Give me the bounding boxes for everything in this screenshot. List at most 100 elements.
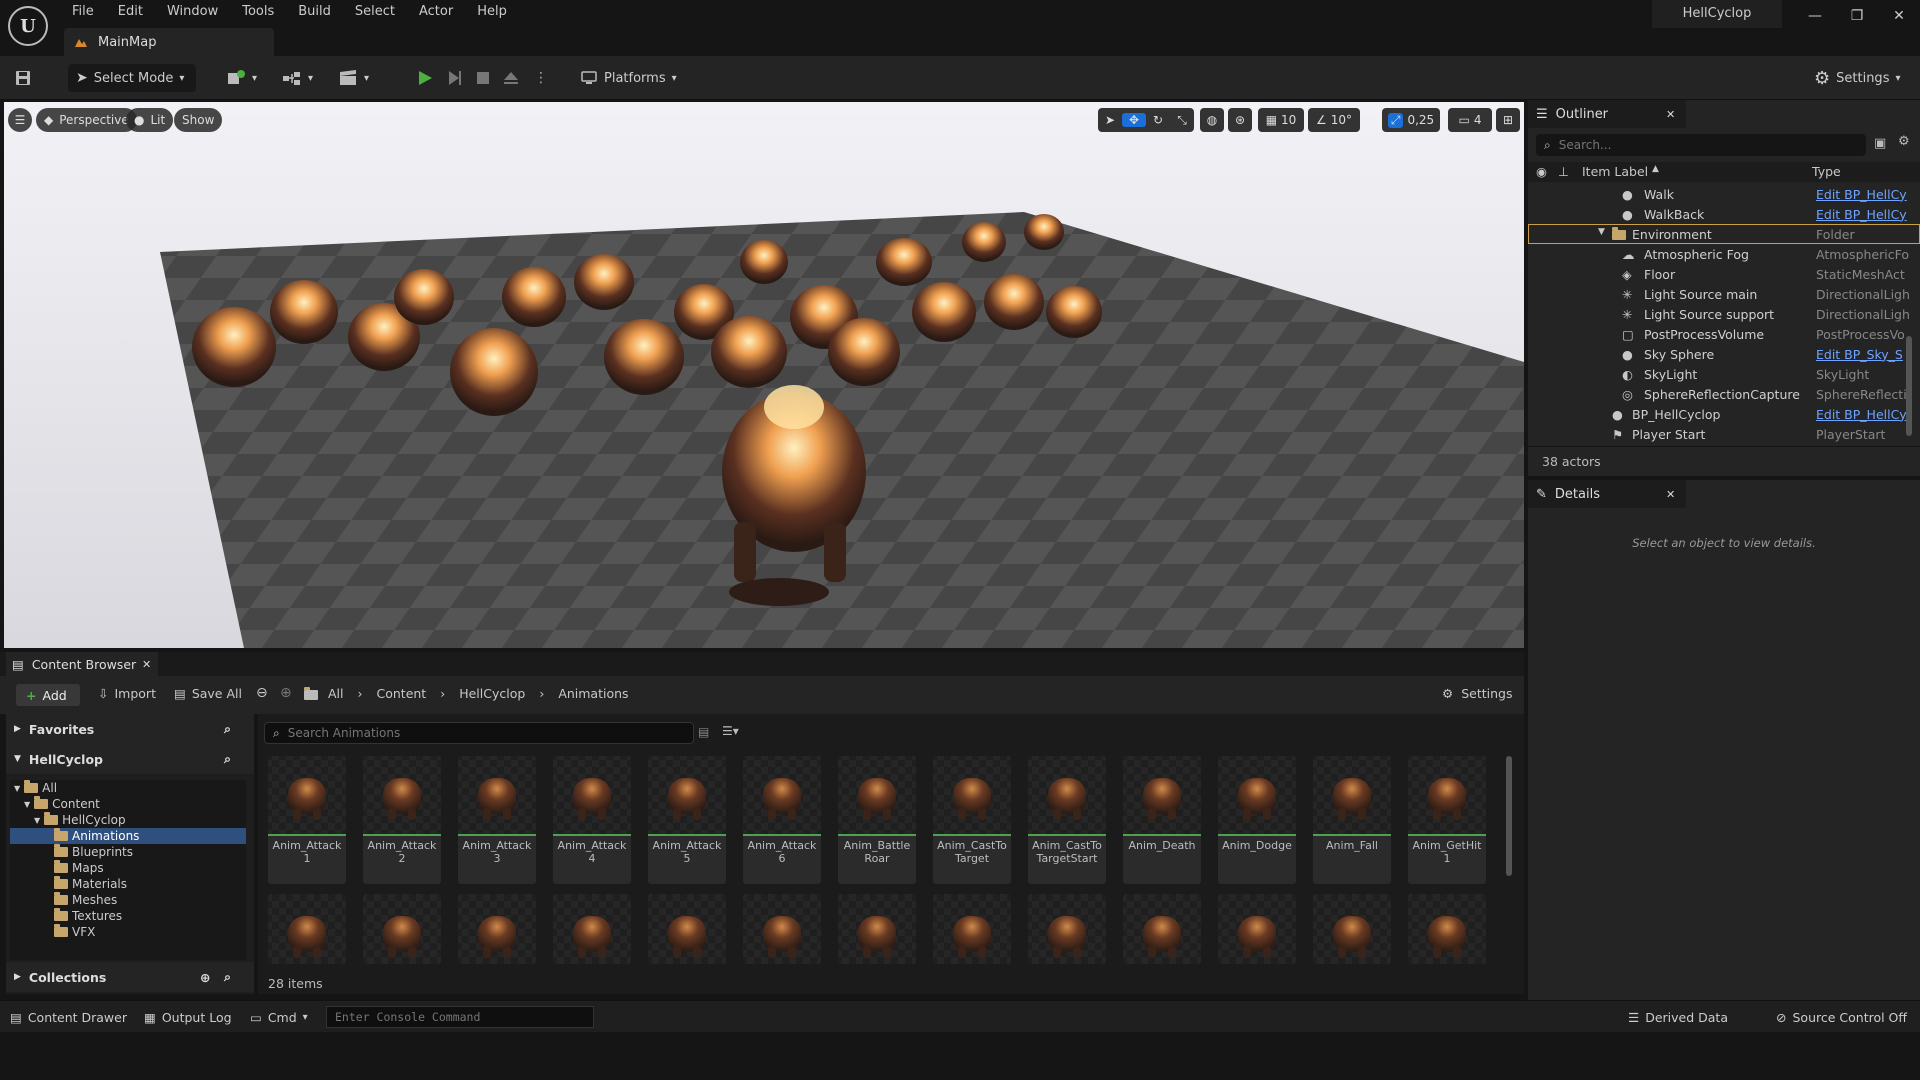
asset-tile[interactable]: Anim_Attack5 <box>648 756 726 884</box>
stop-button[interactable] <box>474 64 492 92</box>
search-icon[interactable]: ⌕ <box>224 969 231 985</box>
tree-item-textures[interactable]: Textures <box>54 908 122 924</box>
tree-item-vfx[interactable]: VFX <box>54 924 95 940</box>
add-actor-button[interactable]: ▾ <box>226 64 257 92</box>
asset-tile[interactable] <box>648 894 726 964</box>
scale-snap-button[interactable]: ⤢ 0,25 <box>1382 108 1440 132</box>
asset-tile[interactable] <box>1313 894 1391 964</box>
cinematics-button[interactable]: ▾ <box>338 64 369 92</box>
outliner-row[interactable]: ● Sky Sphere Edit BP_Sky_S <box>1528 344 1920 364</box>
filter-icon[interactable]: ☰▾ <box>722 724 739 738</box>
menu-select[interactable]: Select <box>343 0 407 24</box>
close-tab-icon[interactable]: ✕ <box>1666 488 1675 501</box>
breadcrumb-content[interactable]: Content <box>377 686 427 701</box>
console-input[interactable] <box>326 1006 594 1028</box>
tree-item-animations[interactable]: Animations <box>10 828 246 844</box>
outliner-search[interactable]: ⌕ <box>1536 134 1866 156</box>
row-type-link[interactable]: Edit BP_HellCy <box>1816 207 1912 222</box>
tree-item-maps[interactable]: Maps <box>54 860 104 876</box>
expand-arrow-icon[interactable]: ▼ <box>1598 227 1612 241</box>
asset-tile[interactable]: Anim_Attack3 <box>458 756 536 884</box>
tree-item-materials[interactable]: Materials <box>54 876 127 892</box>
row-type-link[interactable]: Edit BP_HellCy <box>1816 187 1912 202</box>
asset-scrollbar[interactable] <box>1506 756 1512 876</box>
source-control-button[interactable]: ⊘ Source Control Off <box>1776 1007 1907 1027</box>
asset-tile[interactable] <box>1218 894 1296 964</box>
outliner-row[interactable]: ◈ Floor StaticMeshAct <box>1528 264 1920 284</box>
asset-search-input[interactable] <box>287 726 668 740</box>
asset-tile[interactable]: Anim_Dodge <box>1218 756 1296 884</box>
row-type-link[interactable]: Edit BP_Sky_S <box>1816 347 1912 362</box>
surface-snap-icon[interactable]: ⊛ <box>1228 108 1252 132</box>
import-button[interactable]: ⇩ Import <box>98 686 156 701</box>
play-options-icon[interactable]: ⋮ <box>534 64 548 92</box>
outliner-tab[interactable]: ☰ Outliner ✕ <box>1528 100 1686 128</box>
asset-tile[interactable]: Anim_GetHit1 <box>1408 756 1486 884</box>
close-window-icon[interactable]: ✕ <box>1884 4 1914 28</box>
search-icon[interactable]: ⌕ <box>224 751 231 767</box>
menu-help[interactable]: Help <box>465 0 519 24</box>
outliner-search-input[interactable] <box>1558 138 1839 152</box>
menu-build[interactable]: Build <box>286 0 343 24</box>
menu-edit[interactable]: Edit <box>106 0 155 24</box>
menu-actor[interactable]: Actor <box>407 0 465 24</box>
outliner-row[interactable]: ⚑ Player Start PlayerStart <box>1528 424 1920 444</box>
tree-item-hellcyclop[interactable]: ▼ HellCyclop <box>34 812 126 828</box>
map-tab[interactable]: MainMap <box>64 28 274 56</box>
menu-tools[interactable]: Tools <box>230 0 286 24</box>
show-button[interactable]: Show <box>174 108 223 132</box>
add-button[interactable]: + Add <box>16 684 80 706</box>
breadcrumb-animations[interactable]: Animations <box>558 686 628 701</box>
perspective-button[interactable]: ◆ Perspective <box>36 108 137 132</box>
asset-tile[interactable]: Anim_Death <box>1123 756 1201 884</box>
step-button[interactable] <box>446 64 464 92</box>
settings-button[interactable]: ⚙ Settings ▾ <box>1814 64 1901 92</box>
save-level-icon[interactable] <box>14 64 32 92</box>
favorites-section[interactable]: ▶ Favorites ⌕ <box>6 714 254 744</box>
lit-button[interactable]: ● Lit <box>126 108 174 132</box>
asset-tile[interactable]: Anim_Attack6 <box>743 756 821 884</box>
cmd-dropdown[interactable]: ▭ Cmd ▾ <box>250 1007 308 1027</box>
output-log-button[interactable]: ▦ Output Log <box>144 1007 232 1027</box>
outliner-row[interactable]: ☁ Atmospheric Fog AtmosphericFo <box>1528 244 1920 264</box>
breadcrumb-all[interactable]: All <box>328 686 344 701</box>
asset-tile[interactable] <box>363 894 441 964</box>
asset-tile[interactable]: Anim_Fall <box>1313 756 1391 884</box>
outliner-row[interactable]: ● WalkBack Edit BP_HellCy <box>1528 204 1920 224</box>
rotation-snap-button[interactable]: ∠ 10° <box>1308 108 1360 132</box>
asset-tile[interactable] <box>268 894 346 964</box>
breadcrumb-hellcyclop[interactable]: HellCyclop <box>459 686 525 701</box>
derived-data-button[interactable]: ☰ Derived Data <box>1628 1007 1728 1027</box>
search-icon[interactable]: ⌕ <box>224 721 231 737</box>
close-tab-icon[interactable]: ✕ <box>142 658 151 671</box>
back-icon[interactable]: ⊖ <box>256 685 268 701</box>
visibility-icon[interactable]: ◉ <box>1536 164 1547 179</box>
menu-file[interactable]: File <box>60 0 106 24</box>
asset-tile[interactable]: Anim_Battle Roar <box>838 756 916 884</box>
outliner-row[interactable]: ✳ Light Source support DirectionalLigh <box>1528 304 1920 324</box>
camera-speed-button[interactable]: ▭ 4 <box>1448 108 1492 132</box>
forward-icon[interactable]: ⊕ <box>280 685 292 701</box>
asset-tile[interactable]: Anim_Attack1 <box>268 756 346 884</box>
asset-search[interactable]: ⌕ <box>264 722 694 744</box>
outliner-settings-icon[interactable]: ⚙ <box>1898 134 1910 149</box>
content-browser-tab[interactable]: ▤ Content Browser ✕ <box>6 652 158 676</box>
viewport-options-icon[interactable]: ☰ <box>8 108 32 132</box>
save-all-button[interactable]: ▤ Save All <box>174 686 242 701</box>
outliner-row[interactable]: ◎ SphereReflectionCapture SphereReflecti <box>1528 384 1920 404</box>
platforms-button[interactable]: Platforms ▾ <box>580 64 677 92</box>
outliner-row[interactable]: ◐ SkyLight SkyLight <box>1528 364 1920 384</box>
asset-tile[interactable] <box>458 894 536 964</box>
asset-tile[interactable] <box>553 894 631 964</box>
asset-tile[interactable] <box>933 894 1011 964</box>
item-label-header[interactable]: Item Label <box>1582 164 1648 179</box>
asset-tile[interactable] <box>1028 894 1106 964</box>
blueprints-button[interactable]: ▾ <box>282 64 313 92</box>
asset-tile[interactable] <box>1123 894 1201 964</box>
content-drawer-button[interactable]: ▤ Content Drawer <box>10 1007 127 1027</box>
eject-button[interactable] <box>502 64 520 92</box>
unreal-logo-icon[interactable]: U <box>8 6 48 46</box>
collections-section[interactable]: ▶ Collections ⊕ ⌕ <box>6 962 254 992</box>
project-section[interactable]: ▼ HellCyclop ⌕ <box>6 744 254 774</box>
save-search-icon[interactable]: ▤ <box>698 725 709 739</box>
